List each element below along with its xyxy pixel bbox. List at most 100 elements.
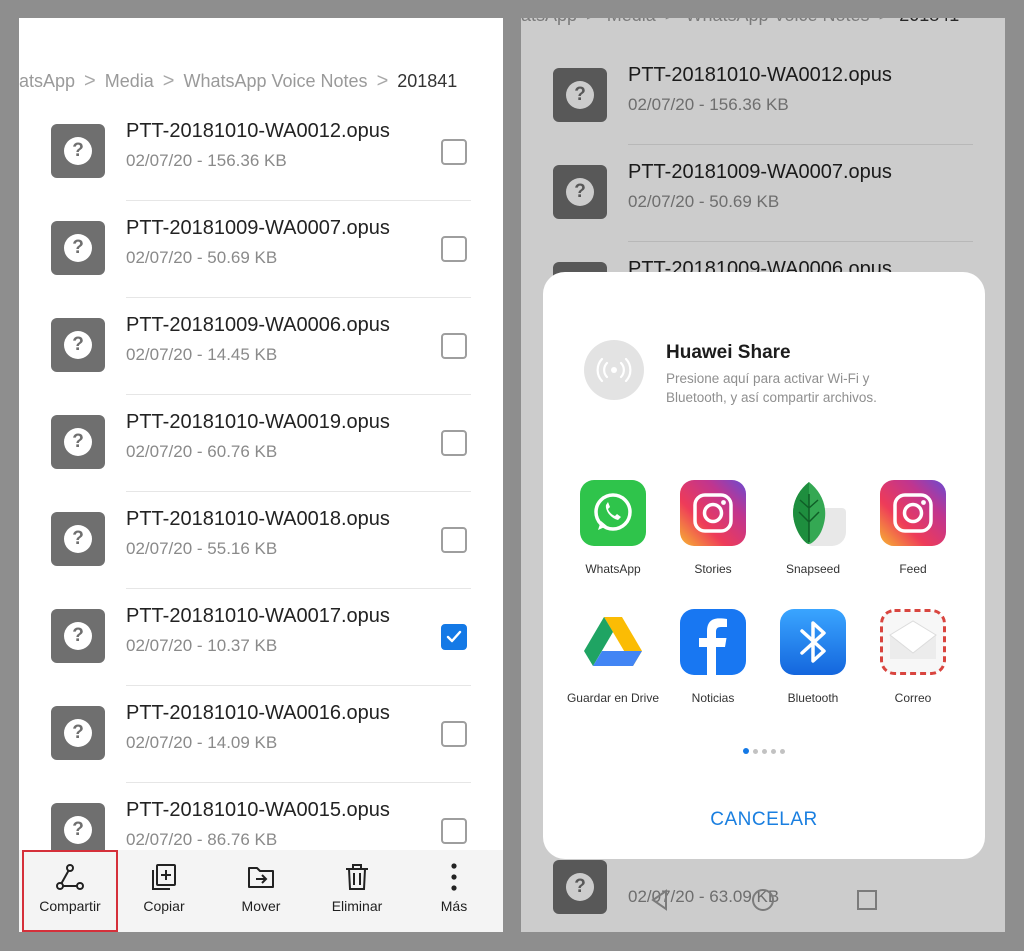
breadcrumb: atsApp > Media > WhatsApp Voice Notes >201841: [19, 70, 503, 94]
toolbar-label: Eliminar: [331, 898, 383, 914]
breadcrumb-separator: >: [84, 70, 96, 92]
list-item[interactable]: ? PTT-20181010-WA0018.opus 02/07/20 - 55.1…: [19, 492, 503, 589]
select-checkbox[interactable]: [441, 139, 467, 165]
huawei-share-icon[interactable]: [584, 340, 644, 400]
page-dot: [762, 749, 767, 754]
share-app-feed[interactable]: Feed: [863, 480, 963, 577]
page-indicator: [543, 748, 985, 754]
share-app-label: Stories: [694, 562, 732, 576]
toolbar-label: Compartir: [39, 898, 101, 914]
toolbar-button-compartir[interactable]: Compartir: [22, 850, 118, 932]
file-name: PTT-20181010-WA0012.opus: [126, 120, 390, 142]
share-app-bluetooth[interactable]: Bluetooth: [763, 609, 863, 706]
list-item[interactable]: ? PTT-20181010-WA0012.opus 02/07/20 - 156.…: [19, 104, 503, 201]
list-item[interactable]: ? PTT-20181010-WA0017.opus 02/07/20 - 10.3…: [19, 589, 503, 686]
file-name: PTT-20181010-WA0019.opus: [126, 411, 390, 433]
file-name: PTT-20181009-WA0006.opus: [126, 314, 390, 336]
unknown-file-icon: ?: [51, 803, 105, 857]
file-name: PTT-20181010-WA0016.opus: [126, 702, 390, 724]
snapseed-icon: [780, 480, 846, 546]
file-meta: 02/07/20 - 156.36 KB: [126, 151, 287, 170]
question-mark-icon: ?: [64, 525, 92, 553]
select-checkbox[interactable]: [441, 818, 467, 844]
select-checkbox[interactable]: [441, 527, 467, 553]
checkmark-icon: [446, 630, 462, 643]
breadcrumb-separator: >: [376, 70, 389, 92]
select-checkbox[interactable]: [441, 624, 467, 650]
list-item[interactable]: ? PTT-20181009-WA0007.opus 02/07/20 - 50.6…: [19, 201, 503, 298]
facebook-icon: [680, 609, 746, 675]
unknown-file-icon: ?: [51, 221, 105, 275]
question-mark-icon: ?: [64, 719, 92, 747]
file-name: PTT-20181009-WA0007.opus: [126, 217, 390, 239]
unknown-file-icon: ?: [51, 318, 105, 372]
toolbar-button-eliminar[interactable]: Eliminar: [309, 850, 405, 932]
select-checkbox[interactable]: [441, 333, 467, 359]
share-app-label: Snapseed: [785, 562, 841, 576]
unknown-file-icon: ?: [51, 706, 105, 760]
share-app-whatsapp[interactable]: WhatsApp: [563, 480, 663, 577]
share-app-label: Noticias: [691, 691, 735, 705]
file-manager-screen: atsApp > Media > WhatsApp Voice Notes >201841…: [19, 18, 503, 932]
breadcrumb-separator: >: [162, 70, 175, 92]
share-app-label: WhatsApp: [585, 562, 641, 576]
breadcrumb-item[interactable]: 201841: [397, 71, 457, 92]
share-app-snapseed[interactable]: Snapseed: [763, 480, 863, 577]
file-meta: 02/07/20 - 60.76 KB: [126, 442, 278, 461]
whatsapp-icon: [580, 480, 646, 546]
question-mark-icon: ?: [64, 816, 92, 844]
list-item[interactable]: ? PTT-20181009-WA0006.opus 02/07/20 - 14.4…: [19, 298, 503, 395]
unknown-file-icon: ?: [51, 415, 105, 469]
select-checkbox[interactable]: [441, 430, 467, 456]
share-app-correo[interactable]: Correo: [863, 609, 963, 706]
share-app-label: Feed: [899, 562, 927, 576]
unknown-file-icon: ?: [51, 512, 105, 566]
share-app-stories[interactable]: Stories: [663, 480, 763, 577]
share-screen: atsApp>Media>WhatsApp Voice Notes>201841…: [521, 18, 1005, 932]
page-dot: [743, 748, 749, 754]
toolbar-label: Mover: [241, 898, 281, 914]
file-meta: 02/07/20 - 50.69 KB: [126, 248, 278, 267]
file-meta: 02/07/20 - 86.76 KB: [126, 830, 278, 849]
list-item[interactable]: ? PTT-20181010-WA0016.opus 02/07/20 - 14.0…: [19, 686, 503, 783]
breadcrumb-item[interactable]: atsApp: [19, 71, 75, 92]
file-meta: 02/07/20 - 14.09 KB: [126, 733, 278, 752]
select-checkbox[interactable]: [441, 721, 467, 747]
mail-icon: [880, 609, 946, 675]
breadcrumb-item[interactable]: WhatsApp Voice Notes: [183, 71, 367, 92]
share-app-guardar-en-drive[interactable]: Guardar en Drive: [563, 609, 663, 706]
toolbar-button-copiar[interactable]: Copiar: [116, 850, 212, 932]
instagram-icon: [680, 480, 746, 546]
select-checkbox[interactable]: [441, 236, 467, 262]
question-mark-icon: ?: [64, 137, 92, 165]
huawei-share-description[interactable]: Presione aquí para activar Wi-Fi y Bluet…: [666, 369, 926, 407]
file-meta: 02/07/20 - 55.16 KB: [126, 539, 278, 558]
bluetooth-icon: [780, 609, 846, 675]
page-dot: [780, 749, 785, 754]
instagram-icon: [880, 480, 946, 546]
file-meta: 02/07/20 - 10.37 KB: [126, 636, 278, 655]
file-name: PTT-20181010-WA0015.opus: [126, 799, 390, 821]
toolbar-label: Más: [440, 898, 468, 914]
page-dot: [771, 749, 776, 754]
share-app-label: Correo: [894, 691, 932, 705]
google-drive-icon: [580, 609, 646, 675]
question-mark-icon: ?: [64, 331, 92, 359]
file-meta: 02/07/20 - 14.45 KB: [126, 345, 278, 364]
question-mark-icon: ?: [64, 622, 92, 650]
huawei-share-title[interactable]: Huawei Share: [666, 342, 791, 364]
toolbar-button-mover[interactable]: Mover: [213, 850, 309, 932]
toolbar-label: Copiar: [143, 898, 185, 914]
unknown-file-icon: ?: [51, 609, 105, 663]
file-name: PTT-20181010-WA0018.opus: [126, 508, 390, 530]
cancel-button[interactable]: CANCELAR: [543, 809, 985, 831]
toolbar-button-más[interactable]: Más: [406, 850, 502, 932]
action-toolbar: Compartir Copiar Mover Eliminar Más: [19, 850, 503, 932]
share-app-label: Guardar en Drive: [566, 691, 660, 705]
share-app-noticias[interactable]: Noticias: [663, 609, 763, 706]
question-mark-icon: ?: [64, 234, 92, 262]
share-app-label: Bluetooth: [787, 691, 839, 705]
breadcrumb-item[interactable]: Media: [105, 71, 154, 92]
unknown-file-icon: ?: [51, 124, 105, 178]
list-item[interactable]: ? PTT-20181010-WA0019.opus 02/07/20 - 60.7…: [19, 395, 503, 492]
